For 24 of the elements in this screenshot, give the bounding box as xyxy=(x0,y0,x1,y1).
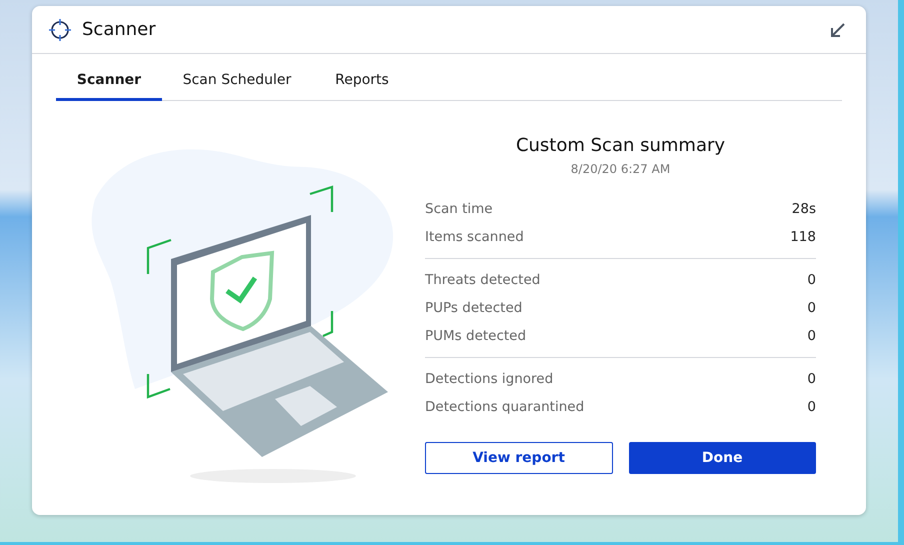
stat-value: 0 xyxy=(807,327,816,346)
stat-label: Detections quarantined xyxy=(425,398,584,417)
stat-label: Items scanned xyxy=(425,228,524,247)
window-title: Scanner xyxy=(82,19,157,40)
stat-label: Scan time xyxy=(425,200,493,219)
stat-label: PUPs detected xyxy=(425,299,522,318)
scan-timestamp: 8/20/20 6:27 AM xyxy=(570,162,672,176)
done-button[interactable]: Done xyxy=(628,442,816,474)
summary-title: Custom Scan summary xyxy=(514,135,726,156)
tab[interactable]: Scanner xyxy=(56,66,162,101)
stat-label: Threats detected xyxy=(425,271,540,290)
stat-value: 0 xyxy=(807,370,816,389)
minimize-arrow-icon[interactable] xyxy=(830,22,846,38)
crosshair-icon xyxy=(48,18,72,42)
view-report-button[interactable]: View report xyxy=(425,442,612,474)
stat-value: 0 xyxy=(807,271,816,290)
tab[interactable]: Reports xyxy=(312,66,412,101)
stat-value: 28s xyxy=(792,200,816,219)
tab[interactable]: Scan Scheduler xyxy=(162,66,312,101)
stat-value: 0 xyxy=(807,398,816,417)
stat-value: 0 xyxy=(807,299,816,318)
stat-label: PUMs detected xyxy=(425,327,526,346)
stat-value: 118 xyxy=(790,228,816,247)
stat-label: Detections ignored xyxy=(425,370,554,389)
